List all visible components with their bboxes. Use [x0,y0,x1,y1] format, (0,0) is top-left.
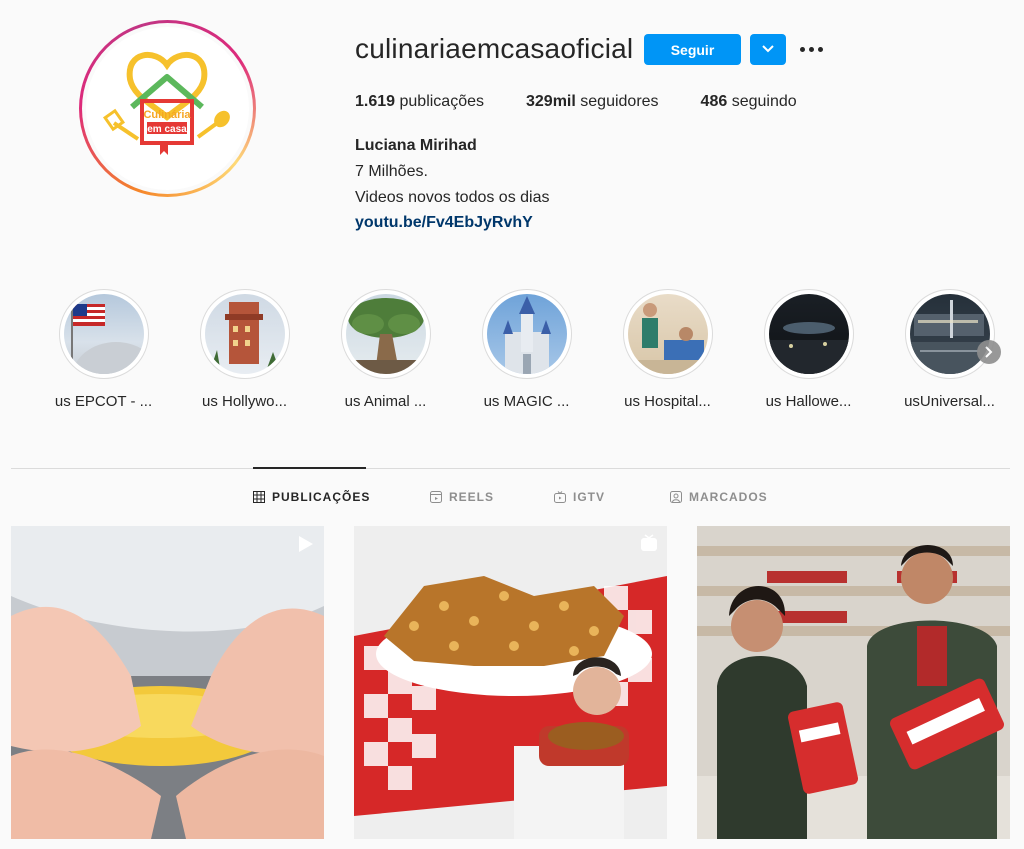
highlight-cover [63,294,144,374]
chevron-down-icon [762,45,774,53]
highlight-label: us Hospital... [624,393,711,410]
highlight-ring [340,289,431,379]
followers-stat[interactable]: 329mil seguidores [526,93,659,111]
grid-icon [253,491,265,503]
bio-line: Videos novos todos os dias [355,189,550,206]
active-tab-indicator [253,467,366,469]
profile-avatar[interactable]: Culinária em casa [79,20,256,197]
tab-publicacoes[interactable]: PUBLICAÇÕES [253,490,370,504]
highlight-cover [768,294,849,374]
following-label: seguindo [731,93,797,110]
highlight-cover [345,294,426,374]
follow-button[interactable]: Seguir [644,34,741,65]
highlight-ring [481,289,572,379]
more-options-button[interactable] [799,38,827,62]
tab-marcados[interactable]: MARCADOS [670,490,768,504]
posts-count: 1.619 [355,93,396,110]
more-dots-icon [800,47,805,52]
highlight-ring [904,289,995,379]
avatar-logo: Culinária em casa [86,27,249,190]
tab-reels[interactable]: REELS [430,490,494,504]
tab-igtv[interactable]: IGTV [554,490,605,504]
svg-text:Culinária: Culinária [143,109,191,121]
highlight-ring [199,289,290,379]
igtv-icon [554,491,566,503]
following-count: 486 [700,93,728,110]
tab-label: PUBLICAÇÕES [272,490,371,504]
highlight-hollywood[interactable]: us Hollywo... [182,289,307,410]
tab-label: REELS [449,490,495,504]
post-image [11,526,324,839]
profile-full-name: Luciana Mirihad [355,137,477,154]
highlights-next-button[interactable] [977,340,1001,364]
post-thumbnail[interactable] [697,526,1010,839]
profile-stats: 1.619 publicações 329mil seguidores 486 … [355,93,839,111]
highlight-halloween[interactable]: us Hallowe... [746,289,871,410]
tab-label: IGTV [573,490,606,504]
post-thumbnail[interactable] [354,526,667,839]
followers-label: seguidores [580,93,659,110]
followers-count: 329mil [526,93,576,110]
highlight-label: us Hollywo... [201,393,288,410]
posts-label: publicações [399,93,485,110]
post-image [354,526,667,839]
tab-label: MARCADOS [689,490,768,504]
play-icon [299,536,313,552]
post-thumbnail[interactable] [11,526,324,839]
highlight-magic-kingdom[interactable]: us MAGIC ... [464,289,589,410]
suggestions-dropdown-button[interactable] [750,34,786,65]
more-dots-icon [809,47,814,52]
highlight-animal-kingdom[interactable]: us Animal ... [323,289,448,410]
highlight-ring [58,289,149,379]
posts-stat: 1.619 publicações [355,93,484,111]
highlight-label: us EPCOT - ... [54,393,153,410]
highlight-epcot[interactable]: us EPCOT - ... [41,289,166,410]
avatar-ring: Culinária em casa [82,23,253,194]
highlight-cover [486,294,567,374]
tagged-icon [670,491,682,503]
highlight-label: usUniversal... [904,393,995,410]
highlight-ring [763,289,854,379]
bio-line: 7 Milhões. [355,163,428,180]
profile-username: culinariaemcasaoficial [355,33,634,64]
reels-icon [430,491,442,503]
more-dots-icon [818,47,823,52]
highlight-label: us Hallowe... [765,393,852,410]
highlight-label: us MAGIC ... [483,393,570,410]
highlight-cover [204,294,285,374]
tabs-divider [11,468,1010,469]
post-image [697,526,1010,839]
highlight-label: us Animal ... [344,393,427,410]
igtv-icon [641,534,657,551]
highlight-cover [627,294,708,374]
highlight-hospital[interactable]: us Hospital... [605,289,730,410]
chevron-right-icon [985,346,993,358]
bio-link[interactable]: youtu.be/Fv4EbJyRvhY [355,214,533,232]
highlight-ring [622,289,713,379]
following-stat[interactable]: 486 seguindo [701,93,797,111]
highlight-cover [909,294,990,374]
svg-text:em casa: em casa [147,124,187,135]
